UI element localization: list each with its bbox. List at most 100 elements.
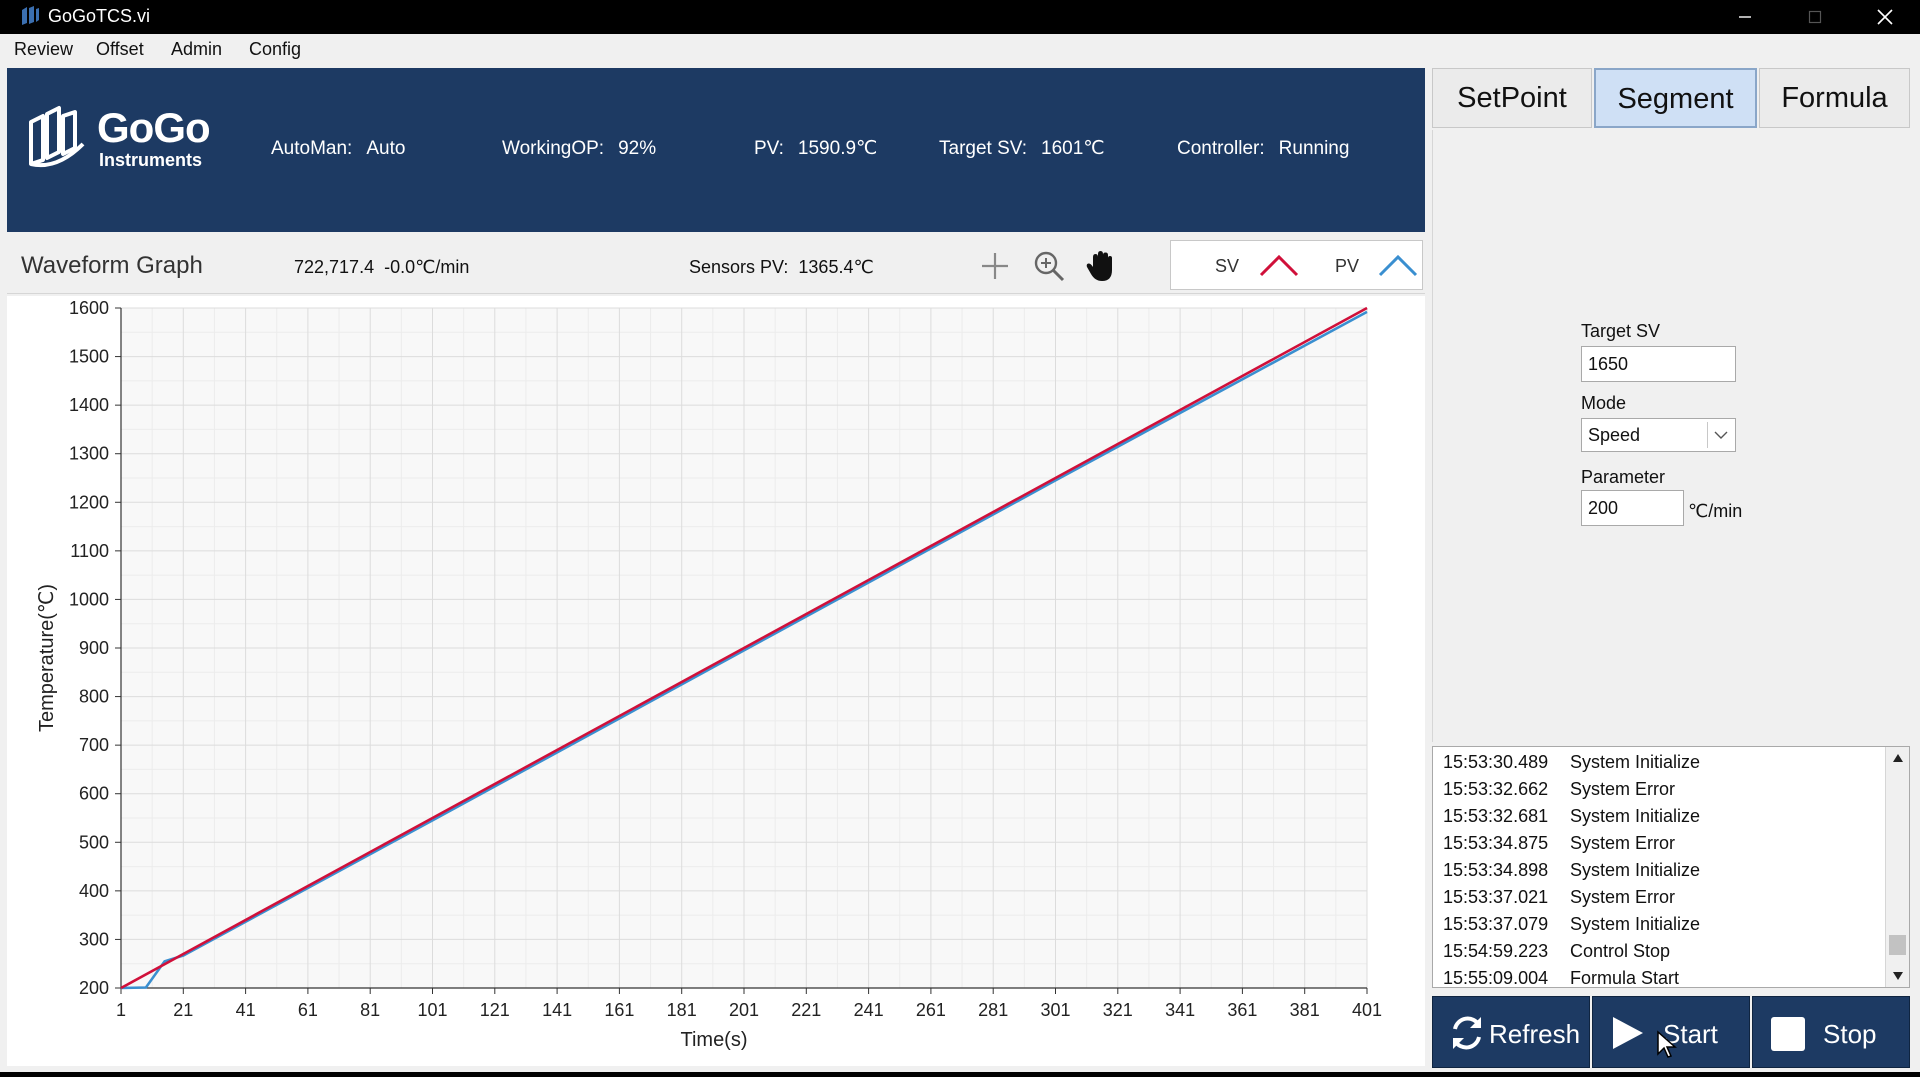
x-tick-label: 321 [1103,1000,1133,1020]
log-time: 15:54:59.223 [1443,941,1549,961]
menu-offset[interactable]: Offset [94,38,146,60]
mode-value: Speed [1588,425,1641,445]
target-sv-input[interactable]: 1650 [1581,346,1736,382]
tab-formula[interactable]: Formula [1759,68,1910,128]
x-tick-label: 381 [1290,1000,1320,1020]
graph-title: Waveform Graph [21,252,203,279]
log-message: Formula Start [1570,968,1680,988]
controller-status: Controller: Running [1177,138,1349,160]
x-tick-label: 121 [480,1000,510,1020]
x-tick-label: 241 [854,1000,884,1020]
target-sv-status-label: Target SV: [939,138,1028,159]
y-tick-label: 500 [79,832,109,852]
y-tick-label: 800 [79,687,109,707]
refresh-button[interactable]: Refresh [1432,996,1590,1068]
log-time: 15:53:37.021 [1443,887,1549,907]
waveform-graph[interactable]: 1 21 41 61 81 101 121 141 161 181 201 221 241 261 281 3… [7,296,1425,1066]
scroll-down-button[interactable] [1886,965,1909,987]
log-row: 15:55:09.004 Formula Start [1443,965,1680,988]
tab-segment[interactable]: Segment [1594,68,1757,128]
mode-tabs: SetPoint Segment Formula [1432,68,1910,128]
log-message: System Initialize [1570,806,1701,826]
legend-pv-label: PV [1335,256,1360,276]
log-time: 15:55:09.004 [1443,968,1549,988]
menu-review[interactable]: Review [12,38,75,60]
log-time: 15:53:37.079 [1443,914,1549,934]
y-tick-label: 300 [79,929,109,949]
mode-select[interactable]: Speed [1581,418,1736,452]
event-log[interactable]: 15:53:30.489 System Initialize 15:53:32.6… [1432,746,1910,988]
controller-label: Controller: [1177,138,1265,159]
status-header: GoGo Instruments AutoMan: Auto WorkingOP:… [7,68,1425,232]
x-tick-label: 81 [360,1000,380,1020]
x-tick-label: 101 [417,1000,447,1020]
graph-toolbar: Waveform Graph 722,717.4 -0.0℃/min Senso… [7,236,1425,294]
waveform-chart: 1 21 41 61 81 101 121 141 161 181 201 221 241 261 281 3… [36,298,1382,1051]
log-time: 15:53:32.662 [1443,779,1549,799]
close-button[interactable] [1850,0,1920,34]
mode-dropdown-arrow[interactable] [1707,422,1733,448]
y-axis-label: Temperature(℃) [36,584,58,732]
close-icon [1877,9,1893,25]
workingop-value: 92% [618,138,657,159]
y-tick-label: 600 [79,784,109,804]
x-tick-label: 141 [542,1000,572,1020]
log-row: 15:53:34.898 System Initialize [1443,857,1700,884]
log-row: 15:54:59.223 Control Stop [1443,938,1670,965]
chevron-down-icon [1714,431,1727,439]
menu-admin[interactable]: Admin [169,38,224,60]
scroll-thumb[interactable] [1889,935,1906,955]
pv-value: 1590.9℃ [797,138,878,159]
crosshair-icon[interactable] [977,248,1013,284]
sensors-label: Sensors PV: [689,257,789,277]
stop-label: Stop [1823,1019,1877,1049]
pan-hand-icon[interactable] [1083,248,1119,284]
parameter-input[interactable]: 200 [1581,490,1684,526]
automan-status: AutoMan: Auto [271,138,405,160]
target-sv-status-value: 1601℃ [1041,138,1105,159]
log-message: System Error [1570,887,1676,907]
x-tick-label: 401 [1352,1000,1382,1020]
y-tick-label: 700 [79,735,109,755]
logo-subtitle: Instruments [99,150,203,170]
menu-config[interactable]: Config [247,38,303,60]
x-axis-label: Time(s) [680,1029,747,1051]
pv-status: PV: 1590.9℃ [754,138,877,160]
triangle-up-icon [1892,754,1903,762]
log-row: 15:53:37.021 System Error [1443,884,1675,911]
sensors-readout: Sensors PV: 1365.4℃ [689,256,874,278]
x-tick-label: 21 [173,1000,193,1020]
log-message: System Error [1570,779,1676,799]
triangle-down-icon [1892,972,1903,980]
stop-button[interactable]: Stop [1752,996,1910,1068]
log-row: 15:53:32.681 System Initialize [1443,803,1700,830]
workingop-status: WorkingOP: 92% [502,138,656,160]
x-tick-label: 161 [604,1000,634,1020]
stop-icon [1771,1017,1805,1051]
x-tick-label: 301 [1040,1000,1070,1020]
y-tick-label: 1600 [69,298,109,318]
automan-value: Auto [366,138,406,159]
maximize-button[interactable] [1780,0,1850,34]
log-time: 15:53:32.681 [1443,806,1549,826]
y-tick-label: 1400 [69,395,109,415]
x-tick-label: 181 [667,1000,697,1020]
y-tick-label: 1300 [69,444,109,464]
minimize-button[interactable] [1710,0,1780,34]
y-tick-label: 400 [79,881,109,901]
x-tick-label: 201 [729,1000,759,1020]
scroll-up-button[interactable] [1886,747,1909,769]
y-tick-label: 1200 [69,492,109,512]
x-tick-label: 1 [116,1000,126,1020]
legend-sv-label: SV [1215,256,1240,276]
y-tick-label: 900 [79,638,109,658]
log-time: 15:53:30.489 [1443,752,1549,772]
tab-setpoint[interactable]: SetPoint [1432,68,1592,128]
window-title: GoGoTCS.vi [48,6,151,26]
legend-sv-line-icon[interactable] [1259,251,1299,279]
zoom-icon[interactable] [1031,248,1067,284]
cursor-rate: -0.0℃/min [384,257,470,277]
legend-pv-line-icon[interactable] [1378,251,1418,279]
log-scrollbar[interactable] [1885,747,1909,987]
menu-bar: Review Offset Admin Config [0,34,1920,64]
